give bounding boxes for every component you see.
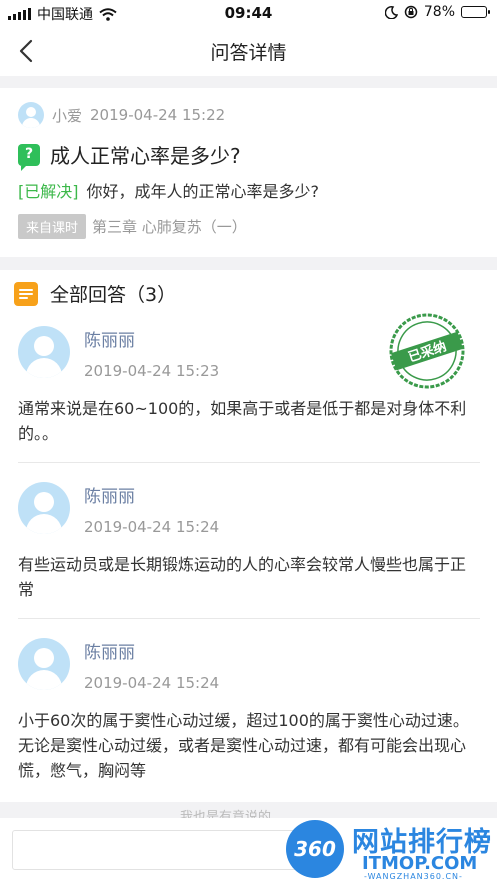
asker-avatar xyxy=(18,102,44,128)
source-lesson: 第三章 心肺复苏（一） xyxy=(92,218,247,236)
question-content: 你好，成年人的正常心率是多少? xyxy=(86,182,320,201)
answers-section: 全部回答（3） 陈丽丽 2019-04-24 15:23 通常来说是在60~10… xyxy=(0,270,497,802)
answerer-name[interactable]: 陈丽丽 xyxy=(84,326,135,351)
answer-text: 小于60次的属于窦性心动过缓，超过100的属于窦性心动过速。无论是窦性心动过缓，… xyxy=(18,711,469,780)
answer-time: 2019-04-24 15:24 xyxy=(84,674,220,692)
reply-input[interactable] xyxy=(12,830,312,870)
question-title: 成人正常心率是多少? xyxy=(50,144,241,168)
watermark-logo: 360 网站排行榜 ITMOP.COM -WANGZHAN360.CN- xyxy=(286,818,497,883)
answers-count-title: 全部回答（3） xyxy=(50,284,177,306)
asked-time: 2019-04-24 15:22 xyxy=(90,106,226,124)
asker-info: 小爱 2019-04-24 15:22 xyxy=(18,102,225,128)
rotation-lock-icon xyxy=(404,5,418,19)
question-card: 小爱 2019-04-24 15:22 ? 成人正常心率是多少? [已解决] 你好… xyxy=(0,88,497,257)
answer-text: 通常来说是在60~100的，如果高于或者是低于都是对身体不利的。。 xyxy=(18,399,467,443)
question-source[interactable]: 来自课时 第三章 心肺复苏（一） xyxy=(18,214,247,239)
question-badge-icon: ? xyxy=(18,143,40,171)
answerer-avatar[interactable] xyxy=(18,638,70,690)
list-icon xyxy=(14,281,38,306)
adopted-stamp: 已采纳 xyxy=(389,313,465,389)
watermark-sub: -WANGZHAN360.CN- xyxy=(364,872,463,881)
answerer-name[interactable]: 陈丽丽 xyxy=(84,638,135,663)
asker-name: 小爱 xyxy=(52,106,83,125)
answer-divider xyxy=(18,618,480,619)
source-tag: 来自课时 xyxy=(18,214,87,239)
battery-icon xyxy=(461,6,490,18)
page-title: 问答详情 xyxy=(210,42,287,64)
answers-header: 全部回答（3） xyxy=(14,280,176,307)
moon-icon xyxy=(384,5,398,19)
solved-status: [已解决] xyxy=(18,182,79,201)
answerer-name[interactable]: 陈丽丽 xyxy=(84,482,135,507)
status-right: 78% xyxy=(384,4,490,20)
question-content-row: [已解决] 你好，成年人的正常心率是多少? xyxy=(18,178,319,202)
question-title-row: ? 成人正常心率是多少? xyxy=(18,140,241,171)
answerer-avatar[interactable] xyxy=(18,482,70,534)
nav-bar: 问答详情 xyxy=(0,26,497,76)
answer-time: 2019-04-24 15:23 xyxy=(84,362,220,380)
watermark-site: ITMOP.COM xyxy=(362,853,478,874)
watermark-badge: 360 xyxy=(286,820,344,878)
answerer-avatar[interactable] xyxy=(18,326,70,378)
answer-divider xyxy=(18,462,480,463)
answer-text: 有些运动员或是长期锻炼运动的人的心率会较常人慢些也属于正常 xyxy=(18,555,467,599)
status-bar: 中国联通 09:44 78% xyxy=(0,0,497,26)
answer-time: 2019-04-24 15:24 xyxy=(84,518,220,536)
battery-percent: 78% xyxy=(423,4,455,20)
